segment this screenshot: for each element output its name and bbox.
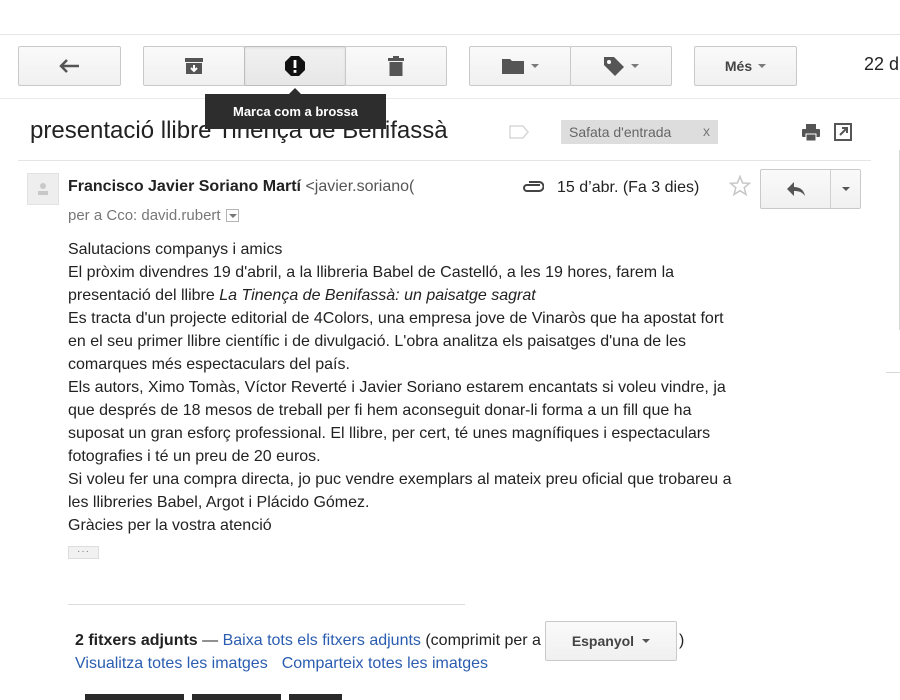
spam-exclamation-icon <box>285 56 305 76</box>
body-line: Gràcies per la vostra atenció <box>68 517 272 534</box>
trash-icon <box>388 56 404 76</box>
view-all-images-link[interactable]: Visualitza totes les imatges <box>75 655 268 672</box>
remove-label-button[interactable]: x <box>703 123 710 139</box>
chevron-down-icon <box>631 64 639 68</box>
download-all-link[interactable]: Baixa tots els fitxers adjunts <box>223 632 421 650</box>
star-icon[interactable] <box>728 174 752 202</box>
attachments-count: 2 fitxers adjunts <box>75 632 198 649</box>
reply-arrow-icon <box>786 182 805 196</box>
person-icon <box>38 183 48 195</box>
inbox-label-chip: Safata d'entrada x <box>561 120 718 144</box>
attachment-thumbnails <box>85 694 350 700</box>
book-title: La Tinença de Benifassà: un paisatge sag… <box>219 287 536 304</box>
sender-name: Francisco Javier Soriano Martí <box>68 178 301 195</box>
attachment-thumbnail[interactable] <box>288 694 342 700</box>
top-divider <box>0 34 900 35</box>
tag-icon <box>604 57 624 76</box>
show-trimmed-content-button[interactable]: ··· <box>68 546 99 559</box>
chevron-down-icon <box>642 639 651 643</box>
inbox-label-text: Safata d'entrada <box>569 124 672 140</box>
archive-icon <box>185 58 203 74</box>
toolbar-date-fragment: 22 d <box>864 54 900 74</box>
archive-button[interactable] <box>143 46 245 86</box>
language-select-value: Espanyol <box>571 633 635 649</box>
chevron-down-icon <box>841 187 850 191</box>
body-line: Si voleu fer una compra directa, jo puc … <box>68 471 732 488</box>
language-select[interactable]: Espanyol <box>544 621 677 661</box>
recipients-text: per a Cco: david.rubert <box>68 207 221 224</box>
avatar <box>27 173 59 205</box>
chevron-down-icon <box>531 64 539 68</box>
header-divider <box>18 160 871 161</box>
labels-button[interactable] <box>570 46 672 86</box>
spam-tooltip: Marca com a brossa <box>205 88 386 129</box>
body-line: en el seu primer llibre científic i de d… <box>68 333 687 350</box>
back-arrow-icon <box>58 59 79 73</box>
delete-button[interactable] <box>345 46 447 86</box>
reply-button-group <box>760 169 861 209</box>
body-line: Salutacions companys i amics <box>68 241 283 258</box>
body-line: les llibreries Babel, Argot i Plácido Gó… <box>68 494 370 511</box>
share-all-images-link[interactable]: Comparteix totes les imatges <box>282 655 488 672</box>
more-label: Més <box>724 58 753 74</box>
show-details-dropdown[interactable] <box>225 209 239 222</box>
move-to-button[interactable] <box>469 46 571 86</box>
compressed-suffix: ) <box>678 632 685 649</box>
sender-email: <javier.soriano( <box>305 178 415 195</box>
right-panel-edge <box>886 372 900 373</box>
body-line: comarques més espectaculars del país. <box>68 356 350 373</box>
new-window-icon[interactable] <box>834 123 852 146</box>
attachment-clip-icon <box>522 180 545 198</box>
sender[interactable]: Francisco Javier Soriano Martí <javier.s… <box>68 178 471 196</box>
body-line: Es tracta d'un projecte editorial de 4Co… <box>68 310 724 327</box>
attachment-thumbnail[interactable] <box>85 694 184 700</box>
body-line-part: presentació del llibre <box>68 287 220 304</box>
recipients: per a Cco: david.rubert <box>68 207 239 224</box>
body-line: Els autors, Ximo Tomàs, Víctor Reverté i… <box>68 379 726 396</box>
important-marker-icon[interactable] <box>509 125 529 144</box>
attachments-divider <box>68 604 465 605</box>
body-line: presentació del llibre La Tinença de Ben… <box>68 284 848 307</box>
body-line: suposat un gran esforç professional. El … <box>68 425 711 442</box>
more-button[interactable]: Més <box>694 46 797 86</box>
more-actions-dropdown[interactable] <box>831 170 860 208</box>
attachment-thumbnail[interactable] <box>191 694 281 700</box>
message-body: Salutacions companys i amics El pròxim d… <box>68 238 848 537</box>
body-line: El pròxim divendres 19 d'abril, a la lli… <box>68 264 675 281</box>
attachments-dash: — <box>197 632 223 649</box>
body-line: fotografies i té un preu de 20 euros. <box>68 448 321 465</box>
report-spam-button[interactable] <box>244 46 346 86</box>
compressed-prefix: (comprimit per a <box>420 632 541 649</box>
folder-icon <box>502 59 524 74</box>
body-line: que després de 18 mesos de treball per f… <box>68 402 692 419</box>
back-button[interactable] <box>18 46 121 86</box>
print-all-icon[interactable] <box>801 124 821 146</box>
toolbar-divider <box>0 98 900 99</box>
image-links: Visualitza totes les imatges Comparteix t… <box>75 655 488 673</box>
reply-button[interactable] <box>761 170 830 208</box>
chevron-down-icon <box>758 64 767 68</box>
message-date: 15 d’abr. (Fa 3 dies) <box>557 179 700 196</box>
